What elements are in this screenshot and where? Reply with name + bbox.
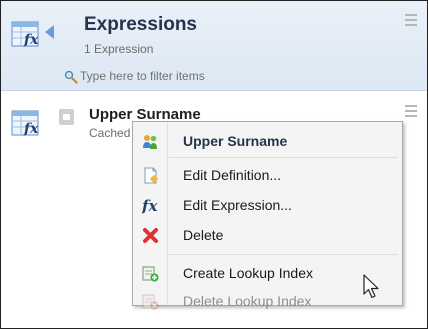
delete-index-icon — [142, 294, 159, 310]
item-subtitle: Cached — [89, 126, 131, 140]
menu-item-delete-lookup-index: Delete Lookup Index — [133, 286, 402, 316]
menu-item-label: Delete — [183, 227, 224, 243]
users-group-icon — [143, 135, 157, 149]
mouse-pointer-icon — [363, 274, 379, 299]
create-index-icon — [142, 266, 159, 282]
menu-item-upper-surname[interactable]: Upper Surname — [133, 126, 402, 156]
svg-text:fx: fx — [23, 32, 39, 48]
svg-text:fx: fx — [142, 197, 158, 214]
menu-item-label: Upper Surname — [183, 133, 288, 149]
panel-header: fx Expressions 1 Expression — [1, 1, 427, 91]
menu-item-label: Delete Lookup Index — [183, 293, 312, 309]
delete-x-icon — [143, 228, 158, 243]
panel-title: Expressions — [84, 14, 197, 35]
filter-input[interactable] — [80, 67, 380, 85]
menu-item-delete[interactable]: Delete — [133, 220, 402, 250]
menu-item-edit-expression[interactable]: fx Edit Expression... — [133, 190, 402, 220]
expression-table-icon: fx — [11, 21, 39, 48]
menu-item-edit-definition[interactable]: Edit Definition... — [133, 160, 402, 190]
fx-icon: fx — [142, 197, 158, 214]
magnifier-icon — [64, 70, 78, 84]
expression-count: 1 Expression — [84, 42, 154, 56]
collapse-arrow-icon[interactable] — [45, 25, 54, 39]
menu-separator — [169, 254, 398, 255]
expression-table-icon: fx — [11, 110, 39, 137]
expressions-panel: fx Expressions 1 Expression fx Upper Sur… — [0, 0, 428, 329]
menu-item-label: Create Lookup Index — [183, 265, 313, 281]
menu-item-label: Edit Definition... — [183, 167, 282, 183]
item-menu-icon[interactable] — [405, 105, 417, 120]
cached-badge-icon — [59, 109, 74, 125]
edit-document-icon — [144, 167, 159, 184]
menu-item-label: Edit Expression... — [183, 197, 292, 213]
panel-menu-icon[interactable] — [405, 14, 417, 29]
menu-separator — [169, 157, 398, 158]
menu-item-create-lookup-index[interactable]: Create Lookup Index — [133, 258, 402, 288]
svg-text:fx: fx — [23, 121, 39, 137]
